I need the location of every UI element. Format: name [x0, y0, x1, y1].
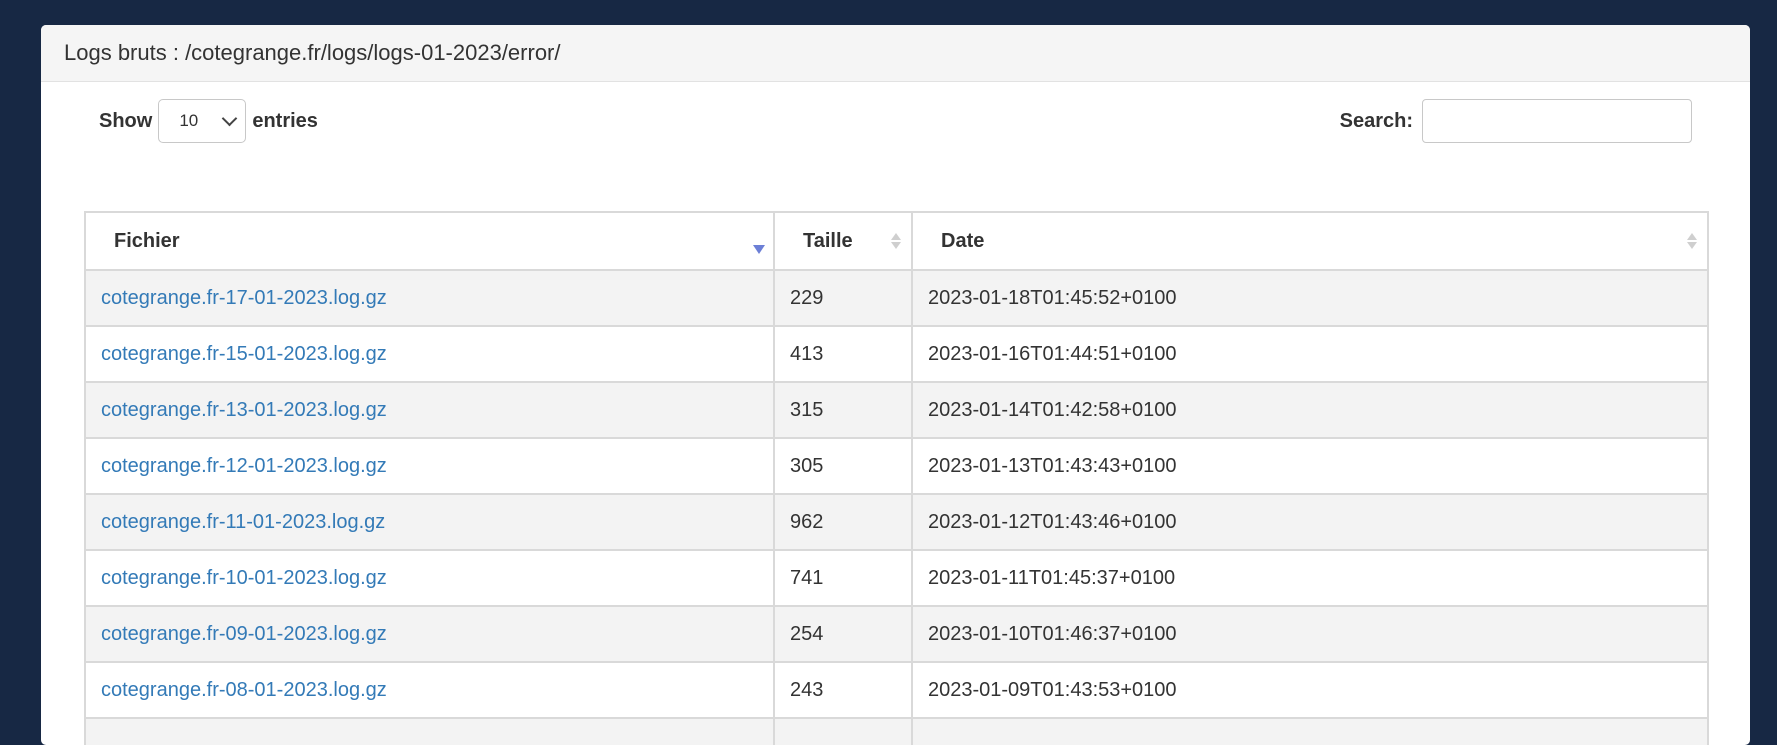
cell-file: cotegrange.fr-08-01-2023.log.gz	[84, 661, 775, 719]
column-header-taille[interactable]: Taille	[773, 211, 913, 271]
length-control: Show 10 entries	[99, 98, 318, 144]
cell-date: 2023-01-16T01:44:51+0100	[911, 325, 1709, 383]
table-row	[84, 717, 1709, 745]
cell-file: cotegrange.fr-17-01-2023.log.gz	[84, 269, 775, 327]
table-row: cotegrange.fr-11-01-2023.log.gz 962 2023…	[84, 493, 1709, 551]
search-control: Search:	[1340, 98, 1692, 144]
table-row: cotegrange.fr-12-01-2023.log.gz 305 2023…	[84, 437, 1709, 495]
logs-panel: Logs bruts : /cotegrange.fr/logs/logs-01…	[41, 25, 1750, 745]
column-header-fichier[interactable]: Fichier	[84, 211, 775, 271]
table-row: cotegrange.fr-15-01-2023.log.gz 413 2023…	[84, 325, 1709, 383]
cell-date	[911, 717, 1709, 745]
cell-size: 305	[773, 437, 913, 495]
file-link[interactable]: cotegrange.fr-11-01-2023.log.gz	[101, 511, 385, 533]
cell-date: 2023-01-09T01:43:53+0100	[911, 661, 1709, 719]
cell-date: 2023-01-10T01:46:37+0100	[911, 605, 1709, 663]
cell-size: 741	[773, 549, 913, 607]
show-label: Show	[99, 109, 153, 132]
entries-select-value: 10	[179, 111, 199, 130]
column-header-label: Fichier	[114, 229, 180, 252]
cell-size: 229	[773, 269, 913, 327]
file-link[interactable]: cotegrange.fr-10-01-2023.log.gz	[101, 567, 387, 589]
table-row: cotegrange.fr-09-01-2023.log.gz 254 2023…	[84, 605, 1709, 663]
cell-file: cotegrange.fr-09-01-2023.log.gz	[84, 605, 775, 663]
table-row: cotegrange.fr-13-01-2023.log.gz 315 2023…	[84, 381, 1709, 439]
file-link[interactable]: cotegrange.fr-12-01-2023.log.gz	[101, 455, 387, 477]
cell-file: cotegrange.fr-10-01-2023.log.gz	[84, 549, 775, 607]
table-header-row: Fichier Taille Date	[84, 211, 1709, 271]
table-row: cotegrange.fr-17-01-2023.log.gz 229 2023…	[84, 269, 1709, 327]
cell-size: 243	[773, 661, 913, 719]
search-label: Search:	[1339, 109, 1413, 132]
cell-size: 315	[773, 381, 913, 439]
cell-size: 962	[773, 493, 913, 551]
cell-date: 2023-01-18T01:45:52+0100	[911, 269, 1709, 327]
chevron-down-icon	[222, 110, 238, 127]
column-header-label: Taille	[803, 229, 853, 252]
file-link[interactable]: cotegrange.fr-17-01-2023.log.gz	[101, 287, 387, 309]
sort-both-icon	[1687, 233, 1697, 249]
cell-date: 2023-01-12T01:43:46+0100	[911, 493, 1709, 551]
column-header-label: Date	[941, 229, 985, 252]
cell-file	[84, 717, 775, 745]
cell-size	[773, 717, 913, 745]
column-header-date[interactable]: Date	[911, 211, 1709, 271]
entries-label: entries	[252, 109, 318, 132]
sort-desc-icon	[753, 245, 765, 254]
cell-size: 413	[773, 325, 913, 383]
logs-table: Fichier Taille Date cotegrange.fr-17-01-…	[84, 211, 1709, 745]
panel-title: Logs bruts : /cotegrange.fr/logs/logs-01…	[41, 25, 1750, 82]
sort-both-icon	[891, 233, 901, 249]
entries-select[interactable]: 10	[158, 99, 247, 143]
file-link[interactable]: cotegrange.fr-08-01-2023.log.gz	[101, 679, 387, 701]
search-input[interactable]	[1422, 99, 1692, 143]
cell-file: cotegrange.fr-11-01-2023.log.gz	[84, 493, 775, 551]
cell-file: cotegrange.fr-12-01-2023.log.gz	[84, 437, 775, 495]
table-controls: Show 10 entries Search:	[41, 98, 1750, 148]
cell-file: cotegrange.fr-15-01-2023.log.gz	[84, 325, 775, 383]
cell-date: 2023-01-13T01:43:43+0100	[911, 437, 1709, 495]
table-row: cotegrange.fr-08-01-2023.log.gz 243 2023…	[84, 661, 1709, 719]
table-row: cotegrange.fr-10-01-2023.log.gz 741 2023…	[84, 549, 1709, 607]
file-link[interactable]: cotegrange.fr-15-01-2023.log.gz	[101, 343, 387, 365]
cell-file: cotegrange.fr-13-01-2023.log.gz	[84, 381, 775, 439]
file-link[interactable]: cotegrange.fr-09-01-2023.log.gz	[101, 623, 387, 645]
cell-date: 2023-01-11T01:45:37+0100	[911, 549, 1709, 607]
cell-size: 254	[773, 605, 913, 663]
cell-date: 2023-01-14T01:42:58+0100	[911, 381, 1709, 439]
file-link[interactable]: cotegrange.fr-13-01-2023.log.gz	[101, 399, 387, 421]
